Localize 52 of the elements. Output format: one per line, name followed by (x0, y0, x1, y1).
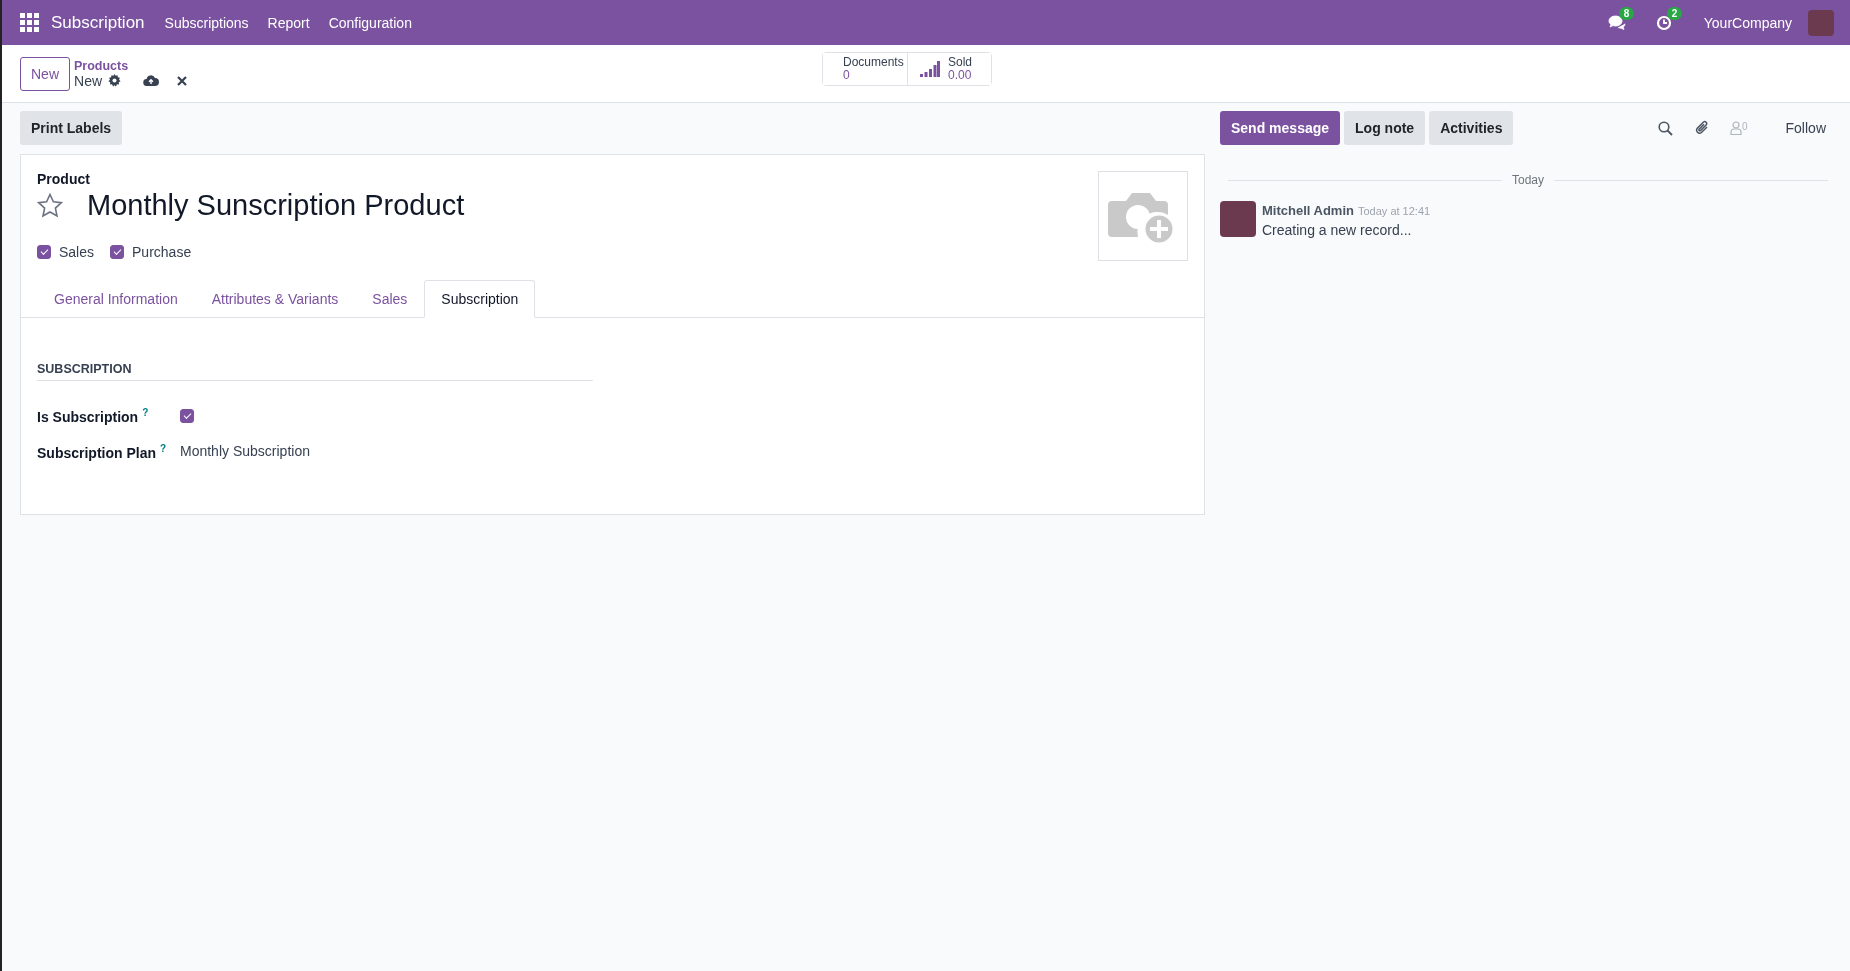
gear-icon[interactable] (108, 74, 122, 87)
messages-badge: 8 (1618, 6, 1635, 20)
documents-stat-button[interactable]: Documents 0 (823, 53, 907, 85)
new-button[interactable]: New (20, 56, 70, 91)
message-author: Mitchell Admin (1262, 203, 1354, 218)
field-label: Is Subscription $^{?}$ (37, 407, 150, 425)
message-body: Creating a new record... (1262, 222, 1413, 238)
field-label: Subscription Plan $^{?}$ (37, 442, 168, 461)
field-value[interactable]: Monthly Subscription (180, 443, 310, 460)
menu-item[interactable]: Configuration (328, 14, 412, 31)
menu-item[interactable]: Subscriptions (164, 14, 249, 31)
stat-value: 0 (843, 69, 851, 82)
apps-grid-icon[interactable] (20, 13, 39, 32)
close-icon[interactable] (177, 75, 188, 86)
record-name: New (74, 72, 103, 89)
app-name[interactable]: Subscription (51, 12, 145, 33)
form-tab[interactable]: Attributes & Variants (194, 280, 356, 318)
form-tab[interactable]: Sales (355, 280, 425, 318)
message-time: Today at 12:41 (1357, 205, 1431, 217)
sold-stat-button[interactable]: Sold 0.00 (907, 53, 991, 85)
chatter-button[interactable]: Activities (1429, 111, 1514, 145)
paperclip-icon[interactable] (1694, 120, 1710, 136)
date-separator: Today (1512, 173, 1544, 187)
cloud-upload-icon[interactable] (143, 74, 160, 87)
chatter-button[interactable]: Send message (1220, 111, 1341, 145)
breadcrumb-link[interactable]: Products (74, 58, 188, 73)
author-avatar (1220, 201, 1256, 237)
person-icon (1729, 121, 1742, 135)
stat-label: Documents (843, 56, 904, 69)
form-tab[interactable]: General Information (37, 280, 195, 318)
bar-chart-icon (920, 61, 940, 77)
stat-label: Sold (948, 56, 973, 69)
product-name-field[interactable]: Monthly Sunscription Product (87, 189, 465, 222)
search-icon[interactable] (1657, 120, 1673, 136)
company-name[interactable]: YourCompany (1703, 14, 1792, 31)
section-title: SUBSCRIPTION (37, 362, 593, 381)
form-tab[interactable]: Subscription (424, 280, 536, 318)
field-label: Product (37, 171, 91, 187)
print-labels-button[interactable]: Print Labels (20, 111, 123, 145)
checkbox-label: Sales (59, 244, 95, 260)
checkbox[interactable] (37, 245, 51, 259)
star-icon[interactable] (37, 193, 63, 218)
activities-badge: 2 (1666, 6, 1683, 20)
chat-icon[interactable] (1607, 14, 1626, 31)
checkbox[interactable] (180, 408, 194, 423)
clock-icon[interactable] (1655, 14, 1672, 31)
stat-value: 0.00 (948, 69, 973, 82)
checkbox-label: Purchase (132, 244, 192, 260)
menu-item[interactable]: Report (267, 14, 310, 31)
chatter-button[interactable]: Log note (1344, 111, 1426, 145)
follow-button[interactable]: Follow (1779, 119, 1832, 137)
checkbox[interactable] (110, 245, 125, 259)
